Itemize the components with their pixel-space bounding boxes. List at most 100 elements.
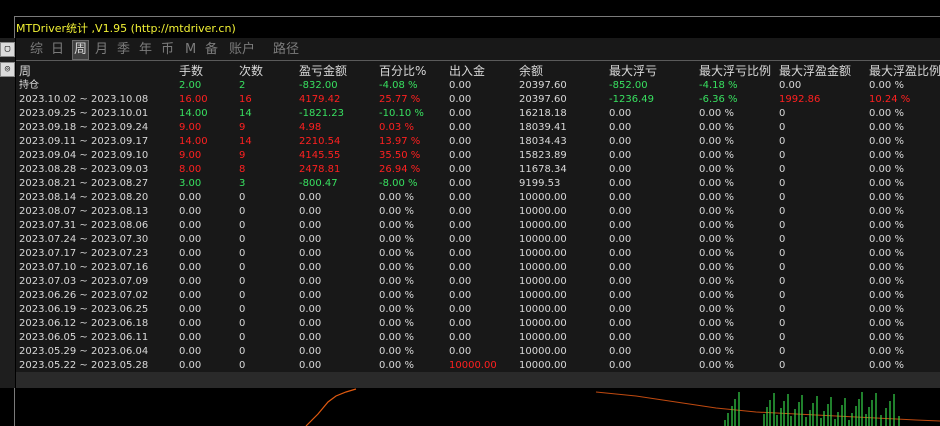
row-label: 2023.08.07 ~ 2023.08.13 bbox=[19, 206, 149, 217]
table-cell: 11678.34 bbox=[519, 164, 567, 175]
header-max-drawdown[interactable]: 最大浮亏 bbox=[609, 64, 657, 78]
table-cell: 0.00 bbox=[609, 108, 632, 119]
table-cell: 0.00 % bbox=[869, 262, 904, 273]
table-cell: 0.00 bbox=[609, 276, 632, 287]
table-cell: 0.00 % bbox=[699, 262, 734, 273]
table-cell: 0.00 bbox=[299, 206, 322, 217]
table-cell: 0.00 bbox=[449, 346, 472, 357]
table-cell: 0.00 bbox=[449, 206, 472, 217]
table-cell: 0.00 bbox=[609, 304, 632, 315]
row-label: 2023.08.21 ~ 2023.08.27 bbox=[19, 178, 149, 189]
table-cell: 0 bbox=[239, 346, 246, 357]
table-cell: 0.00 % bbox=[869, 122, 904, 133]
table-cell: 16 bbox=[239, 94, 252, 105]
table-cell: 0.00 % bbox=[699, 360, 734, 371]
header-max-floating-profit-pct[interactable]: 最大浮盈比例 bbox=[869, 64, 940, 78]
table-cell: 9 bbox=[239, 150, 246, 161]
table-cell: 0.00 % bbox=[869, 290, 904, 301]
table-cell: -852.00 bbox=[609, 80, 648, 91]
table-cell: 8 bbox=[239, 164, 246, 175]
table-cell: 10000.00 bbox=[519, 262, 567, 273]
table-cell: 0 bbox=[239, 332, 246, 343]
left-toolbar-button-1[interactable]: ▢ bbox=[0, 42, 15, 57]
table-cell: 9.00 bbox=[179, 122, 202, 133]
header-balance[interactable]: 余额 bbox=[519, 64, 543, 78]
table-cell: 4.98 bbox=[299, 122, 322, 133]
table-cell: 0.00 % bbox=[379, 234, 414, 245]
row-label: 2023.07.24 ~ 2023.07.30 bbox=[19, 234, 149, 245]
table-cell: 0.00 bbox=[299, 248, 322, 259]
table-cell: 0.00 bbox=[449, 262, 472, 273]
table-cell: 0.00 % bbox=[699, 290, 734, 301]
table-cell: 0 bbox=[239, 220, 246, 231]
table-cell: 0.00 bbox=[299, 360, 322, 371]
table-cell: 14 bbox=[239, 136, 252, 147]
header-max-floating-profit[interactable]: 最大浮盈金额 bbox=[779, 64, 851, 78]
header-lots[interactable]: 手数 bbox=[179, 64, 203, 78]
table-cell: 0.00 bbox=[609, 360, 632, 371]
table-cell: 10000.00 bbox=[449, 360, 497, 371]
table-cell: 0 bbox=[239, 276, 246, 287]
table-cell: 0.00 bbox=[179, 290, 202, 301]
table-cell: 0.00 % bbox=[379, 360, 414, 371]
table-cell: 9.00 bbox=[179, 150, 202, 161]
table-cell: 20397.60 bbox=[519, 80, 567, 91]
header-profit[interactable]: 盈亏金额 bbox=[299, 64, 347, 78]
header-deposit[interactable]: 出入金 bbox=[449, 64, 485, 78]
table-cell: 0.00 bbox=[779, 80, 802, 91]
table-cell: 0.03 % bbox=[379, 122, 414, 133]
table-cell: -4.18 % bbox=[699, 80, 738, 91]
table-cell: 0.00 bbox=[299, 304, 322, 315]
header-max-drawdown-pct[interactable]: 最大浮亏比例 bbox=[699, 64, 771, 78]
table-cell: 0.00 bbox=[449, 318, 472, 329]
row-label: 2023.07.17 ~ 2023.07.23 bbox=[19, 248, 149, 259]
table-cell: 0.00 % bbox=[699, 234, 734, 245]
table-cell: 0.00 bbox=[449, 276, 472, 287]
table-cell: 0.00 bbox=[299, 332, 322, 343]
table-cell: -8.00 % bbox=[379, 178, 418, 189]
table-cell: 1992.86 bbox=[779, 94, 821, 105]
table-cell: 0.00 % bbox=[699, 332, 734, 343]
table-cell: 0.00 bbox=[179, 234, 202, 245]
table-cell: 10000.00 bbox=[519, 234, 567, 245]
table-cell: 0.00 % bbox=[869, 234, 904, 245]
table-cell: 0.00 bbox=[449, 150, 472, 161]
table-cell: 0.00 % bbox=[379, 206, 414, 217]
table-cell: 0.00 bbox=[449, 234, 472, 245]
header-trades[interactable]: 次数 bbox=[239, 64, 263, 78]
table-cell: 18034.43 bbox=[519, 136, 567, 147]
table-cell: 0 bbox=[239, 360, 246, 371]
table-cell: 0 bbox=[779, 234, 786, 245]
table-cell: 0.00 bbox=[449, 94, 472, 105]
table-cell: 0 bbox=[239, 290, 246, 301]
table-cell: 16218.18 bbox=[519, 108, 567, 119]
table-cell: 0.00 bbox=[299, 276, 322, 287]
table-cell: 10000.00 bbox=[519, 220, 567, 231]
row-label: 2023.08.28 ~ 2023.09.03 bbox=[19, 164, 149, 175]
table-cell: 0.00 bbox=[609, 164, 632, 175]
header-period[interactable]: 周 bbox=[19, 64, 31, 78]
table-cell: 0.00 % bbox=[869, 80, 904, 91]
row-label: 2023.07.03 ~ 2023.07.09 bbox=[19, 276, 149, 287]
left-toolbar-button-2[interactable]: ◎ bbox=[0, 62, 15, 77]
table-cell: 0 bbox=[779, 248, 786, 259]
table-cell: 0.00 % bbox=[869, 206, 904, 217]
table-cell: 0 bbox=[779, 122, 786, 133]
table-cell: 0.00 bbox=[449, 220, 472, 231]
table-cell: 0.00 bbox=[449, 164, 472, 175]
table-cell: 0 bbox=[779, 332, 786, 343]
table-cell: 2 bbox=[239, 80, 246, 91]
header-percent[interactable]: 百分比% bbox=[379, 64, 426, 78]
table-cell: 26.94 % bbox=[379, 164, 421, 175]
table-cell: -4.08 % bbox=[379, 80, 418, 91]
table-cell: 0.00 bbox=[179, 318, 202, 329]
table-cell: 0.00 bbox=[299, 262, 322, 273]
table-cell: 0.00 bbox=[609, 346, 632, 357]
table-cell: 0 bbox=[779, 318, 786, 329]
table-cell: 0.00 % bbox=[699, 220, 734, 231]
table-cell: 0.00 % bbox=[699, 178, 734, 189]
table-cell: 0.00 % bbox=[869, 164, 904, 175]
table-cell: 0 bbox=[779, 108, 786, 119]
table-cell: 0.00 bbox=[449, 192, 472, 203]
table-cell: 0.00 bbox=[609, 248, 632, 259]
